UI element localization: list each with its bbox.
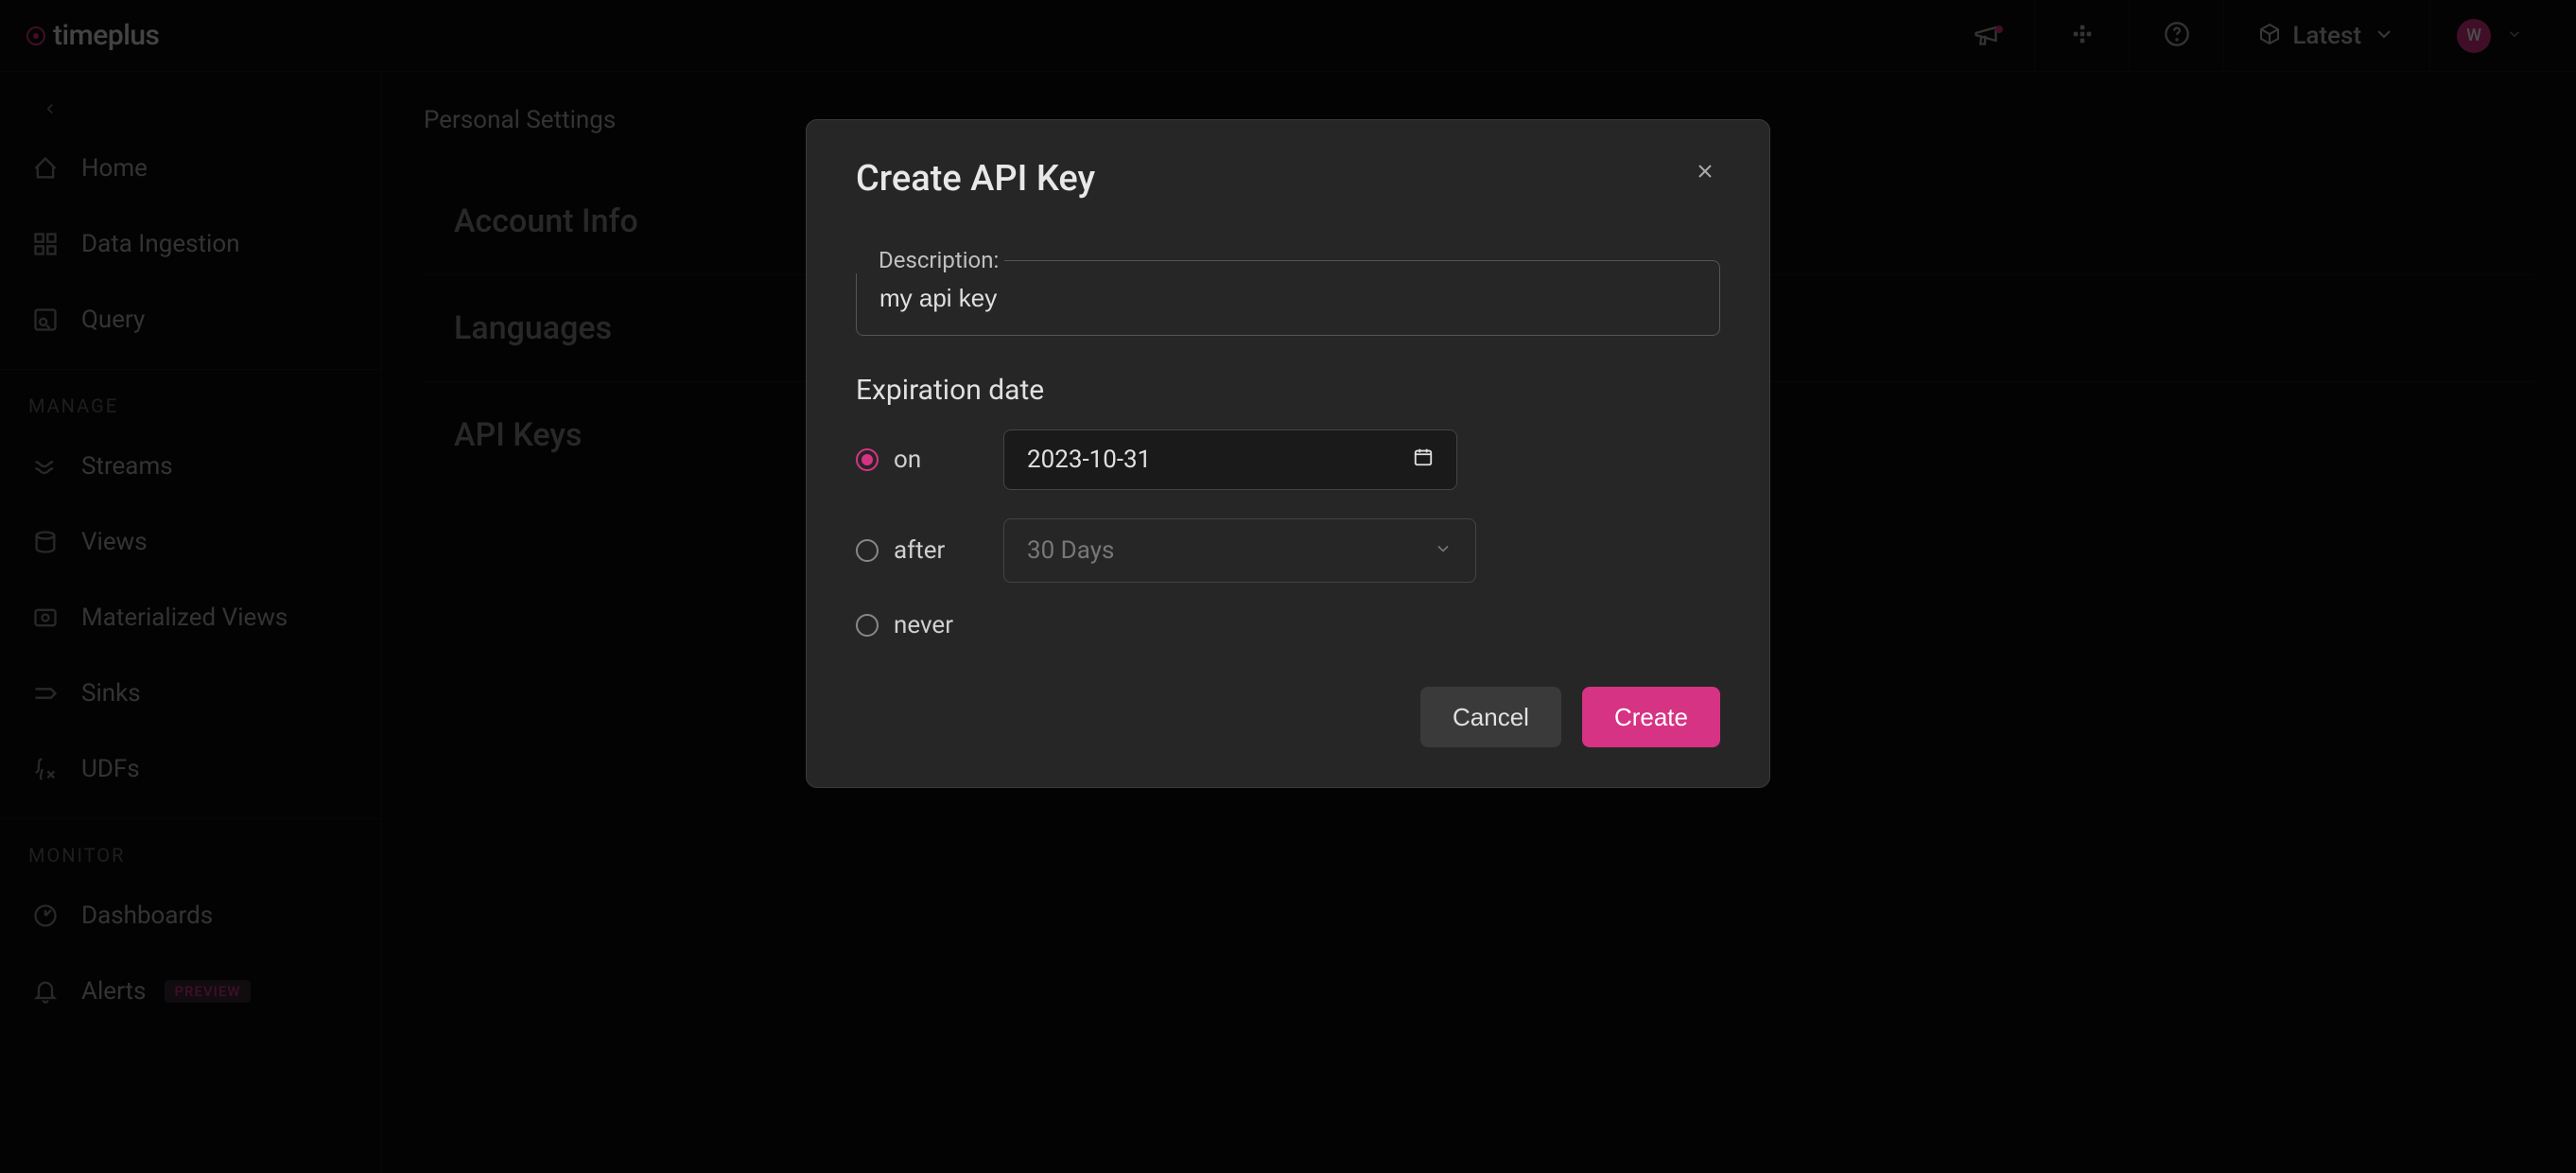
date-value: 2023-10-31 — [1027, 446, 1151, 474]
description-field-wrapper: Description: — [856, 234, 1720, 336]
radio-label: never — [894, 611, 953, 639]
select-value: 30 Days — [1027, 536, 1114, 565]
create-api-key-modal: Create API Key Description: Expiration d… — [806, 119, 1770, 788]
radio-after[interactable] — [856, 539, 879, 562]
modal-overlay: Create API Key Description: Expiration d… — [0, 0, 2576, 1173]
radio-label: after — [894, 536, 945, 565]
modal-footer: Cancel Create — [856, 687, 1720, 747]
expiration-option-never: never — [856, 611, 1720, 639]
close-button[interactable] — [1690, 158, 1720, 188]
radio-never[interactable] — [856, 614, 879, 637]
radio-label: on — [894, 446, 921, 474]
calendar-icon — [1413, 446, 1434, 474]
chevron-down-icon — [1434, 536, 1453, 565]
date-input[interactable]: 2023-10-31 — [1003, 429, 1457, 490]
cancel-button[interactable]: Cancel — [1420, 687, 1561, 747]
duration-select[interactable]: 30 Days — [1003, 518, 1476, 583]
create-button[interactable]: Create — [1582, 687, 1720, 747]
expiration-option-on: on 2023-10-31 — [856, 429, 1720, 490]
modal-header: Create API Key — [856, 158, 1720, 200]
modal-title: Create API Key — [856, 158, 1095, 200]
description-label: Description: — [879, 247, 999, 273]
expiration-heading: Expiration date — [856, 374, 1720, 407]
close-icon — [1694, 160, 1716, 186]
radio-on[interactable] — [856, 448, 879, 471]
expiration-option-after: after 30 Days — [856, 518, 1720, 583]
